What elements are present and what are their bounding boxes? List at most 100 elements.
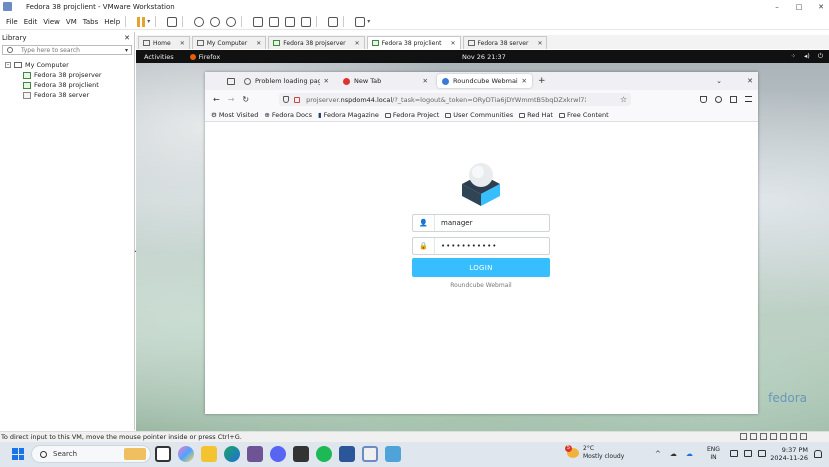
suspend-icon[interactable] xyxy=(137,16,146,27)
search-dropdown-icon[interactable]: ▾ xyxy=(125,47,128,54)
tab-projclient[interactable]: Fedora 38 projclient ✕ xyxy=(366,36,461,49)
unity-icon[interactable] xyxy=(301,16,312,27)
password-input[interactable] xyxy=(435,242,545,250)
tree-node-projclient[interactable]: Fedora 38 projclient xyxy=(0,80,134,90)
close-tab-icon[interactable]: ✕ xyxy=(423,77,428,85)
focused-app-label[interactable]: Firefox xyxy=(189,53,220,61)
copilot-icon[interactable] xyxy=(178,446,194,462)
windows-start-icon[interactable] xyxy=(12,448,24,460)
new-tab-button[interactable]: + xyxy=(538,76,546,86)
close-tab-icon[interactable]: ✕ xyxy=(355,40,360,47)
github-desktop-icon[interactable] xyxy=(247,446,263,462)
bookmark-free-content[interactable]: Free Content xyxy=(558,111,609,119)
bookmark-fedora-docs[interactable]: ⊕ Fedora Docs xyxy=(264,111,312,119)
network-adapter-icon[interactable] xyxy=(760,433,767,440)
snapshot-manager-icon[interactable] xyxy=(226,16,237,27)
input-language[interactable]: ENG IN xyxy=(707,446,720,462)
weather-widget[interactable]: 5 2°C Mostly cloudy xyxy=(565,445,624,461)
ff-tab-new-tab[interactable]: New Tab ✕ xyxy=(338,74,433,88)
close-tab-icon[interactable]: ✕ xyxy=(180,40,185,47)
library-search-input[interactable] xyxy=(21,46,121,54)
collapse-icon[interactable]: – xyxy=(5,62,11,68)
snapshot-icon[interactable] xyxy=(194,16,205,27)
bookmark-star-icon[interactable]: ☆ xyxy=(620,95,627,104)
quick-settings[interactable] xyxy=(730,450,766,457)
minimize-button[interactable]: – xyxy=(773,3,781,11)
list-all-tabs-icon[interactable]: ⌄ xyxy=(716,77,722,85)
close-tab-icon[interactable]: ✕ xyxy=(324,77,329,85)
bookmark-fedora-project[interactable]: Fedora Project xyxy=(384,111,439,119)
gnome-clock[interactable]: Nov 26 21:37 xyxy=(462,53,506,61)
cdrom-icon[interactable] xyxy=(750,433,757,440)
bookmark-user-communities[interactable]: User Communities xyxy=(445,111,513,119)
menu-file[interactable]: File xyxy=(6,18,18,26)
stretch-guest-icon[interactable] xyxy=(355,16,366,27)
close-tab-icon[interactable]: ✕ xyxy=(537,40,542,47)
taskbar-search[interactable]: Search xyxy=(31,445,151,463)
bookmark-most-visited[interactable]: ⚙ Most Visited xyxy=(211,111,258,119)
hamburger-menu-icon[interactable] xyxy=(745,96,752,102)
menu-edit[interactable]: Edit xyxy=(24,18,38,26)
word-icon[interactable] xyxy=(339,446,355,462)
tracking-shield-icon[interactable] xyxy=(283,96,290,103)
close-tab-icon[interactable]: ✕ xyxy=(256,40,261,47)
show-hidden-icons-icon[interactable]: ^ xyxy=(655,450,661,458)
gnome-system-tray[interactable]: ⁘ ◂) ⏻ xyxy=(791,52,823,61)
library-close-icon[interactable]: ✕ xyxy=(124,34,130,42)
sound-card-icon[interactable] xyxy=(780,433,787,440)
show-library-icon[interactable] xyxy=(253,16,264,27)
login-button[interactable]: LOGIN xyxy=(412,258,550,277)
close-tab-icon[interactable]: ✕ xyxy=(522,77,527,85)
tab-my-computer[interactable]: My Computer ✕ xyxy=(191,36,267,49)
vm-console[interactable]: Activities Firefox Nov 26 21:37 ⁘ ◂) ⏻ f… xyxy=(136,50,829,431)
menu-tabs[interactable]: Tabs xyxy=(83,18,99,26)
tab-projserver[interactable]: Fedora 38 projserver ✕ xyxy=(268,36,365,49)
close-tab-icon[interactable]: ✕ xyxy=(451,40,456,47)
url-text[interactable]: projserver.nspdom44.local/?_task=logout&… xyxy=(306,96,586,104)
maximize-button[interactable]: □ xyxy=(795,3,803,11)
forward-arrow-icon[interactable]: → xyxy=(228,95,235,104)
edge-icon[interactable] xyxy=(224,446,240,462)
stretch-menu-caret-icon[interactable]: ▾ xyxy=(367,18,370,25)
notification-bell-icon[interactable] xyxy=(814,450,822,458)
password-field[interactable]: 🔒 xyxy=(412,237,550,255)
ff-tab-roundcube[interactable]: Roundcube Webmail :: W ✕ xyxy=(437,74,532,88)
console-view-icon[interactable] xyxy=(328,16,339,27)
back-arrow-icon[interactable]: ← xyxy=(213,95,220,104)
message-log-icon[interactable] xyxy=(800,433,807,440)
activities-button[interactable]: Activities xyxy=(144,53,174,61)
username-field[interactable]: 👤 xyxy=(412,214,550,232)
account-icon[interactable] xyxy=(715,96,722,103)
hdd-icon[interactable] xyxy=(740,433,747,440)
tab-server[interactable]: Fedora 38 server ✕ xyxy=(462,36,548,49)
revert-snapshot-icon[interactable] xyxy=(210,16,221,27)
ff-tab-problem-loading[interactable]: Problem loading page ✕ xyxy=(239,74,334,88)
firefox-close-icon[interactable]: ✕ xyxy=(747,77,753,85)
username-input[interactable] xyxy=(435,219,545,227)
tree-node-projserver[interactable]: Fedora 38 projserver xyxy=(0,70,134,80)
url-bar[interactable]: projserver.nspdom44.local/?_task=logout&… xyxy=(279,93,632,106)
tree-node-my-computer[interactable]: – My Computer xyxy=(0,60,134,70)
menu-view[interactable]: View xyxy=(43,18,60,26)
menu-help[interactable]: Help xyxy=(104,18,120,26)
vmware-taskbar-icon[interactable] xyxy=(362,446,378,462)
menu-vm[interactable]: VM xyxy=(66,18,77,26)
discord-icon[interactable] xyxy=(270,446,286,462)
close-window-button[interactable]: ✕ xyxy=(817,3,825,11)
spotify-icon[interactable] xyxy=(316,446,332,462)
thumbnail-bar-icon[interactable] xyxy=(269,16,280,27)
bookmark-red-hat[interactable]: Red Hat xyxy=(519,111,553,119)
bookmark-fedora-magazine[interactable]: ▮ Fedora Magazine xyxy=(318,111,379,119)
power-menu-caret-icon[interactable]: ▾ xyxy=(147,18,150,25)
extensions-icon[interactable] xyxy=(730,96,737,103)
onedrive-icon[interactable]: ☁ xyxy=(686,450,693,458)
send-keys-icon[interactable] xyxy=(167,16,178,27)
taskbar-clock[interactable]: 9:37 PM 2024-11-26 xyxy=(770,446,808,462)
tab-home[interactable]: Home ✕ xyxy=(138,36,190,49)
usb-icon[interactable] xyxy=(770,433,777,440)
task-view-icon[interactable] xyxy=(155,446,171,462)
file-explorer-icon[interactable] xyxy=(201,446,217,462)
display-icon[interactable] xyxy=(790,433,797,440)
pocket-icon[interactable] xyxy=(700,96,707,103)
store-icon[interactable] xyxy=(293,446,309,462)
